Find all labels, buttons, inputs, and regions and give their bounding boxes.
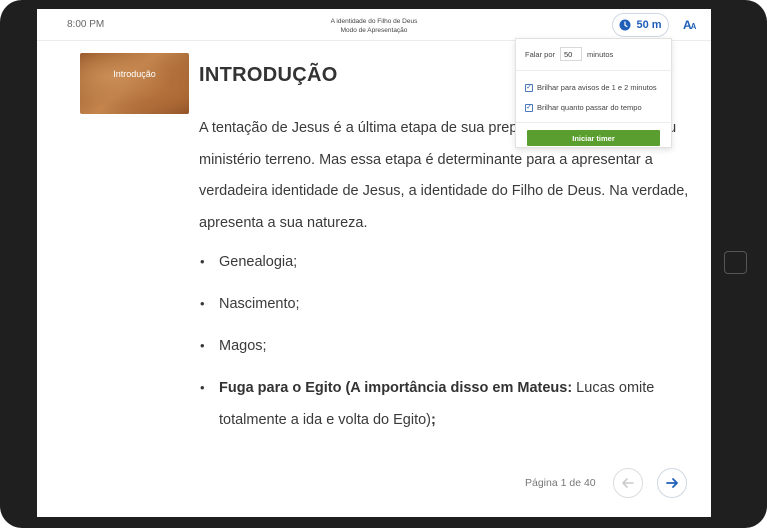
overtime-option-row[interactable]: ✓ Brilhar quanto passar do tempo (525, 103, 642, 112)
slide-thumbnail[interactable]: Introdução (80, 53, 189, 114)
talk-prefix-label: Falar por (525, 49, 556, 59)
bullet-bold-text: Fuga para o Egito (A importância disso e… (219, 380, 573, 396)
slide-thumbnail-label: Introdução (113, 69, 156, 79)
previous-page-button[interactable] (613, 468, 643, 498)
arrow-right-icon (666, 478, 678, 488)
popover-divider (516, 122, 673, 123)
document-title: A identidade do Filho de Deus (330, 18, 418, 25)
timer-label: 50 m (636, 19, 662, 31)
arrow-left-icon (622, 478, 634, 488)
tablet-frame: 8:00 PM A identidade do Filho de Deus Mo… (0, 0, 767, 528)
list-item: Genealogia; (199, 246, 689, 278)
overtime-option-label: Brilhar quanto passar do tempo (537, 103, 642, 112)
app-screen: 8:00 PM A identidade do Filho de Deus Mo… (37, 9, 711, 517)
top-bar: 8:00 PM A identidade do Filho de Deus Mo… (37, 9, 711, 41)
minutes-suffix-label: minutos (587, 49, 614, 59)
presentation-mode-label: Modo de Apresentação (340, 27, 408, 34)
document-title-block: A identidade do Filho de Deus Modo de Ap… (37, 17, 711, 35)
checkbox-checked-icon[interactable]: ✓ (525, 83, 533, 92)
popover-divider (516, 70, 673, 71)
slide-heading: INTRODUÇÃO (199, 64, 338, 86)
slide-bullet-list: Genealogia; Nascimento; Magos; Fuga para… (199, 246, 689, 446)
next-page-button[interactable] (657, 468, 687, 498)
checkbox-checked-icon[interactable]: ✓ (525, 103, 533, 112)
warn-option-row[interactable]: ✓ Brilhar para avisos de 1 e 2 minutos (525, 83, 657, 92)
timer-popover: Falar por minutos ✓ Brilhar para avisos … (515, 38, 673, 148)
bullet-bold-end: ; (431, 412, 436, 428)
text-size-icon[interactable]: AA (683, 18, 696, 32)
home-button[interactable] (724, 251, 747, 274)
clock-icon (619, 19, 631, 31)
list-item: Magos; (199, 330, 689, 362)
list-item: Fuga para o Egito (A importância disso e… (199, 372, 689, 436)
start-timer-button[interactable]: Iniciar timer (527, 130, 660, 146)
minutes-input[interactable] (560, 47, 583, 61)
list-item: Nascimento; (199, 288, 689, 320)
timer-button[interactable]: 50 m (612, 13, 669, 37)
talk-duration-row: Falar por minutos (525, 47, 613, 61)
warn-option-label: Brilhar para avisos de 1 e 2 minutos (537, 83, 657, 92)
page-indicator: Página 1 de 40 (525, 477, 596, 489)
